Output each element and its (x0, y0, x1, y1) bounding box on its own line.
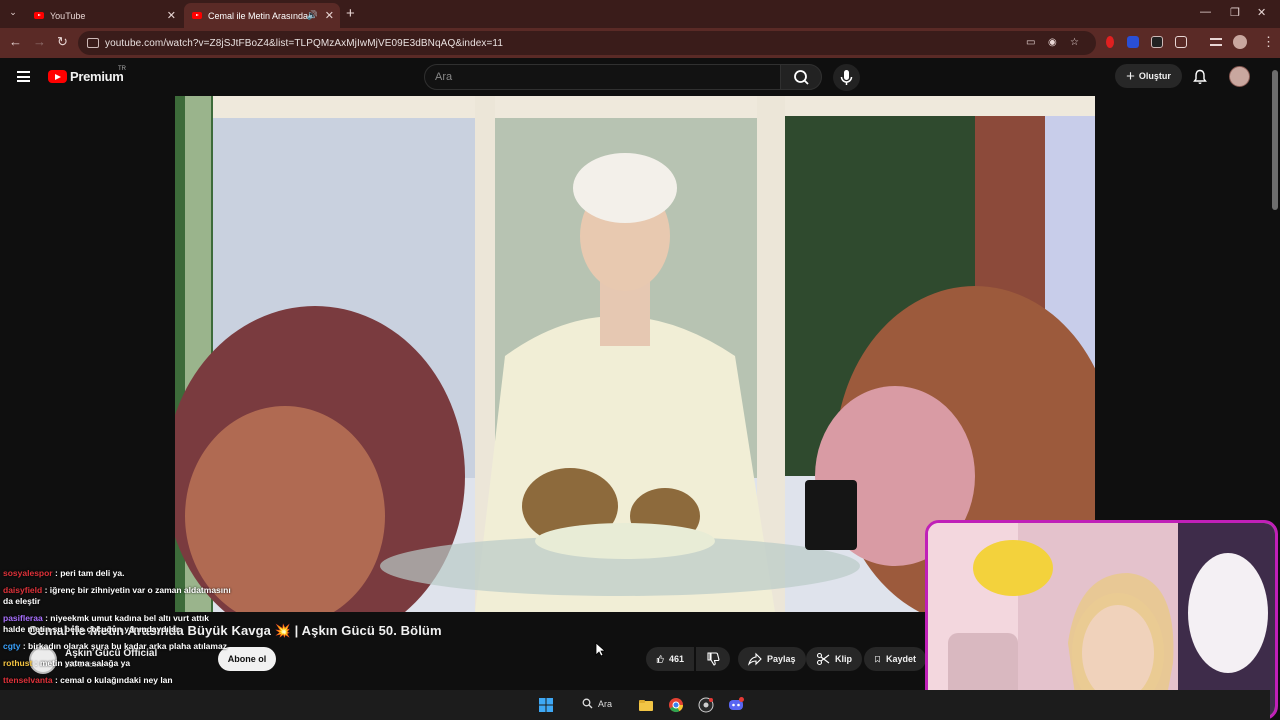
chat-text: cemal o kulağındaki ney lan (60, 675, 173, 685)
youtube-header: Premium TR Ara + Oluştur (0, 58, 1280, 96)
profile-avatar[interactable] (1233, 35, 1247, 49)
logo-text: Premium (70, 69, 124, 84)
clip-label: Klip (835, 654, 852, 664)
chat-message: cgty : birkadın olarak şura bu kadar ark… (3, 641, 227, 651)
search-icon (794, 70, 809, 85)
windows-start-icon[interactable] (538, 697, 554, 713)
restore-icon[interactable]: ❐ (1230, 6, 1240, 19)
notifications-bell-icon[interactable] (1192, 69, 1208, 85)
share-label: Paylaş (767, 654, 796, 664)
mouse-cursor-icon (595, 642, 605, 657)
taskbar-search[interactable]: Ara (582, 698, 612, 709)
search-input[interactable]: Ara (424, 64, 781, 90)
chrome-icon[interactable] (668, 697, 684, 713)
obs-icon[interactable] (698, 697, 714, 713)
new-tab-icon[interactable]: + (346, 5, 355, 22)
youtube-favicon-icon (34, 12, 44, 19)
audio-playing-icon[interactable]: 🔊 (307, 10, 318, 21)
tab-close-icon[interactable]: ✕ (325, 9, 334, 22)
window-close-icon[interactable]: ✕ (1257, 6, 1266, 19)
share-icon (748, 652, 762, 666)
account-avatar[interactable] (1229, 66, 1250, 87)
reading-list-icon[interactable] (1210, 38, 1222, 46)
voice-search-button[interactable] (833, 64, 860, 91)
tab-title: Cemal ile Metin Arasında B (208, 10, 308, 21)
share-button[interactable]: Paylaş (738, 647, 806, 671)
stream-chat-overlay: sosyalespor : peri tam deli ya. daisyfie… (3, 568, 233, 692)
youtube-logo[interactable]: Premium TR (48, 66, 126, 84)
menu-icon[interactable] (17, 71, 30, 82)
tab-search-icon[interactable]: ⌄ (6, 7, 20, 21)
plus-icon: + (1126, 67, 1135, 85)
search-button[interactable] (780, 64, 822, 90)
extension-blue-icon[interactable] (1127, 36, 1139, 48)
url-text: youtube.com/watch?v=Z8jSJtFBoZ4&list=TLP… (105, 37, 504, 49)
browser-tab-strip: ⌄ YouTube ✕ Cemal ile Metin Arasında B 🔊… (0, 0, 1280, 28)
chat-username: pasifleraa (3, 613, 43, 623)
extensions-puzzle-icon[interactable] (1175, 36, 1187, 48)
thumbs-down-icon (707, 652, 720, 666)
extension-red-icon[interactable] (1106, 36, 1114, 48)
chat-text: birkadın olarak şura bu kadar arka plaha… (28, 641, 227, 651)
chat-message: sosyalespor : peri tam deli ya. (3, 568, 125, 578)
tab-youtube[interactable]: YouTube ✕ (26, 3, 182, 28)
extension-dark-icon[interactable] (1151, 36, 1163, 48)
browser-toolbar: ← → ↻ youtube.com/watch?v=Z8jSJtFBoZ4&li… (0, 28, 1280, 58)
forward-icon[interactable]: → (33, 34, 46, 49)
eye-off-icon[interactable]: ◉ (1048, 37, 1057, 48)
scrollbar-thumb[interactable] (1272, 70, 1278, 210)
save-button[interactable]: Kaydet (864, 647, 926, 671)
chat-text: peri tam deli ya. (60, 568, 125, 578)
chat-message: pasifleraa : niyeekmk umut kadına bel al… (3, 613, 209, 634)
clip-button[interactable]: Klip (806, 647, 862, 671)
country-code: TR (118, 66, 126, 72)
create-label: Oluştur (1138, 71, 1171, 81)
chat-username: cgty (3, 641, 21, 651)
like-button[interactable]: 461 (646, 647, 694, 671)
chat-username: daisyfield (3, 585, 43, 595)
reload-icon[interactable]: ↻ (57, 34, 68, 50)
save-label: Kaydet (885, 654, 916, 664)
windows-taskbar: Ara (0, 690, 1270, 720)
bookmark-icon (875, 655, 880, 663)
file-explorer-icon[interactable] (638, 697, 654, 713)
minimize-icon[interactable]: — (1200, 6, 1211, 18)
tab-close-icon[interactable]: ✕ (167, 9, 176, 22)
chat-message: rothust : metin yatma salağa ya (3, 658, 131, 668)
address-bar[interactable]: youtube.com/watch?v=Z8jSJtFBoZ4&list=TLP… (78, 31, 1096, 55)
bookmark-star-icon[interactable]: ☆ (1070, 37, 1079, 48)
browser-menu-icon[interactable]: ⋮ (1262, 34, 1275, 50)
chat-username: ttenselvanta (3, 675, 53, 685)
chat-message: daisyfield : iğrenç bir zihniyetin var o… (3, 585, 231, 606)
dislike-button[interactable] (696, 647, 730, 671)
chat-text: metin yatma salağa ya (39, 658, 131, 668)
youtube-play-icon (48, 70, 67, 83)
tab-title: YouTube (50, 10, 86, 21)
scissors-icon (816, 652, 830, 666)
discord-icon[interactable] (728, 697, 744, 713)
like-count: 461 (668, 654, 684, 664)
site-info-icon[interactable] (87, 38, 99, 48)
webcam-frame (928, 523, 1275, 717)
search-icon (582, 698, 593, 709)
create-button[interactable]: + Oluştur (1115, 64, 1182, 88)
chat-message: ttenselvanta : cemal o kulağındaki ney l… (3, 675, 173, 685)
thumbs-up-icon (656, 655, 664, 663)
chat-username: rothust (3, 658, 33, 668)
taskbar-search-label: Ara (598, 698, 613, 709)
back-icon[interactable]: ← (9, 34, 22, 49)
microphone-icon (840, 70, 853, 85)
chat-username: sosyalespor (3, 568, 53, 578)
tab-current-video[interactable]: Cemal ile Metin Arasında B 🔊 ✕ (184, 3, 340, 28)
cast-icon[interactable]: ▭ (1026, 37, 1035, 48)
youtube-favicon-icon (192, 12, 202, 19)
